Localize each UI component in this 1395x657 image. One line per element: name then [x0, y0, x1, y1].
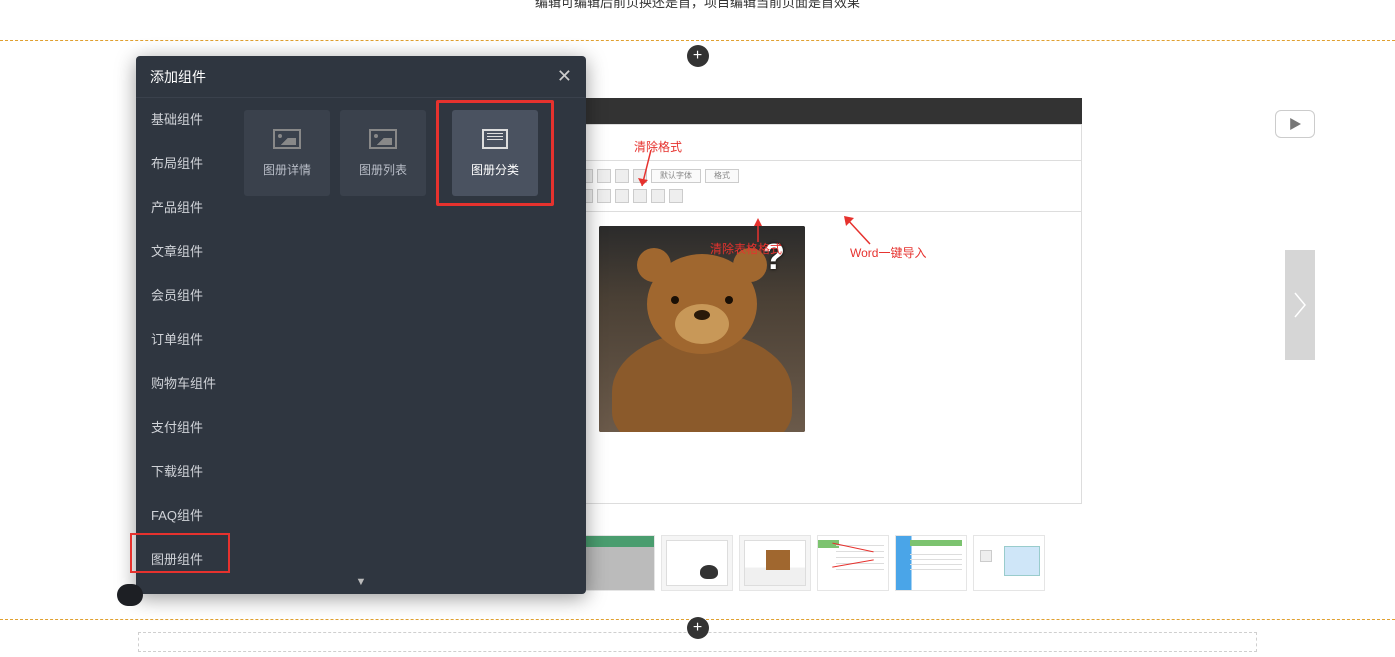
- scroll-handle[interactable]: [117, 584, 143, 606]
- toolbar-button[interactable]: [597, 169, 611, 183]
- toolbar-button[interactable]: [615, 189, 629, 203]
- annotation-word-import: Word一键导入: [850, 244, 926, 261]
- sidebar-item-article[interactable]: 文章组件: [136, 230, 232, 274]
- tile-label: 图册分类: [471, 161, 519, 178]
- thumbnail-strip: [583, 535, 1045, 591]
- tile-gallery-category[interactable]: 图册分类: [452, 110, 538, 196]
- sidebar-item-download[interactable]: 下载组件: [136, 450, 232, 494]
- sidebar-item-basic[interactable]: 基础组件: [136, 98, 232, 142]
- add-component-panel: 添加组件 ✕ 基础组件 布局组件 产品组件 文章组件 会员组件 订单组件 购物车…: [136, 56, 586, 594]
- thumbnail[interactable]: [895, 535, 967, 591]
- image-icon: [273, 129, 301, 149]
- tile-highlight: 图册分类: [436, 100, 554, 206]
- add-section-bottom-button[interactable]: +: [687, 617, 709, 639]
- thumbnail[interactable]: [583, 535, 655, 591]
- sidebar-item-layout[interactable]: 布局组件: [136, 142, 232, 186]
- sidebar-item-product[interactable]: 产品组件: [136, 186, 232, 230]
- page-top-caption: 编辑可编辑后前页换还是首，项目编辑当前页面是首效果: [0, 0, 1395, 11]
- image-icon: [369, 129, 397, 149]
- thumbnail[interactable]: [661, 535, 733, 591]
- panel-header: 添加组件 ✕: [136, 56, 586, 98]
- font-select[interactable]: 默认字体: [651, 169, 701, 183]
- panel-title: 添加组件: [150, 67, 206, 87]
- annotation-clear-table: 清除表格格式: [710, 240, 782, 257]
- toolbar-button[interactable]: [615, 169, 629, 183]
- next-slide-button[interactable]: [1285, 250, 1315, 360]
- component-category-sidebar: 基础组件 布局组件 产品组件 文章组件 会员组件 订单组件 购物车组件 支付组件…: [136, 98, 232, 594]
- toolbar-button[interactable]: [669, 189, 683, 203]
- toolbar-button[interactable]: [633, 189, 647, 203]
- sidebar-item-order[interactable]: 订单组件: [136, 318, 232, 362]
- thumbnail[interactable]: [973, 535, 1045, 591]
- tile-gallery-detail[interactable]: 图册详情: [244, 110, 330, 196]
- sidebar-item-pay[interactable]: 支付组件: [136, 406, 232, 450]
- sidebar-item-faq[interactable]: FAQ组件: [136, 494, 232, 538]
- toolbar-button[interactable]: [651, 189, 665, 203]
- format-select[interactable]: 格式: [705, 169, 739, 183]
- sidebar-item-gallery[interactable]: 图册组件: [136, 538, 232, 582]
- tile-label: 图册列表: [359, 161, 407, 178]
- thumbnail[interactable]: [739, 535, 811, 591]
- tile-grid: 图册详情 图册列表 图册分类: [232, 98, 586, 594]
- tile-label: 图册详情: [263, 161, 311, 178]
- annotation-clear-format: 清除格式: [634, 138, 682, 155]
- chevron-down-icon: ▼: [356, 576, 367, 588]
- close-icon[interactable]: ✕: [557, 66, 572, 87]
- tile-gallery-list[interactable]: 图册列表: [340, 110, 426, 196]
- toolbar-button[interactable]: [597, 189, 611, 203]
- list-icon: [482, 129, 508, 149]
- thumbnail[interactable]: [817, 535, 889, 591]
- play-button[interactable]: [1275, 110, 1315, 138]
- sidebar-item-member[interactable]: 会员组件: [136, 274, 232, 318]
- dashed-divider-top: [0, 40, 1395, 41]
- toolbar-button[interactable]: [633, 169, 647, 183]
- add-section-top-button[interactable]: +: [687, 45, 709, 67]
- sidebar-item-cart[interactable]: 购物车组件: [136, 362, 232, 406]
